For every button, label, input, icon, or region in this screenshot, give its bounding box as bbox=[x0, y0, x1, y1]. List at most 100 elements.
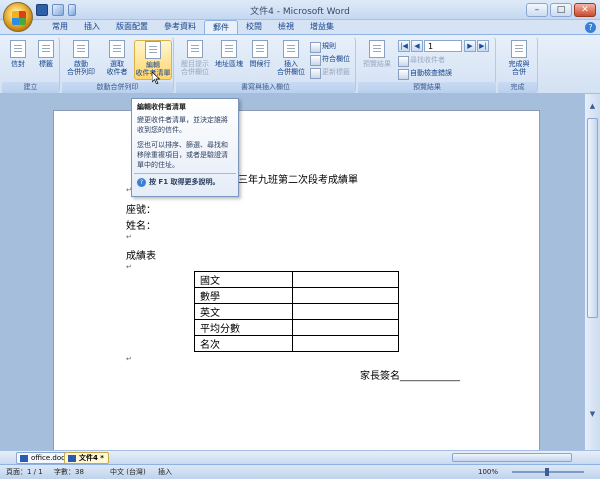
scroll-down-icon[interactable]: ▼ bbox=[587, 410, 598, 421]
office-button[interactable] bbox=[3, 2, 33, 32]
help-icon[interactable]: ? bbox=[585, 22, 596, 33]
tab-home[interactable]: 常用 bbox=[44, 20, 76, 34]
find-recipient-button[interactable]: 尋找收件者 bbox=[398, 55, 445, 67]
tab-page-layout[interactable]: 版面配置 bbox=[108, 20, 156, 34]
window-controls: – □ ✕ bbox=[526, 3, 596, 17]
tooltip-help: ? 按 F1 取得更多說明。 bbox=[137, 177, 233, 187]
table-row: 英文 bbox=[194, 303, 399, 320]
select-recipients-button[interactable]: 選取 收件者 bbox=[100, 40, 134, 76]
seat-label: 座號： bbox=[126, 205, 156, 216]
rules-button[interactable]: 規則 bbox=[310, 41, 336, 53]
auto-check-errors-button[interactable]: 自動檢查錯誤 bbox=[398, 68, 452, 80]
address-block-icon bbox=[221, 40, 237, 58]
tab-view[interactable]: 檢視 bbox=[270, 20, 302, 34]
tooltip-divider bbox=[134, 173, 236, 174]
tab-mailings[interactable]: 郵件 bbox=[204, 20, 238, 34]
maximize-button[interactable]: □ bbox=[550, 3, 572, 17]
tab-addins[interactable]: 增益集 bbox=[302, 20, 342, 34]
tab-references[interactable]: 參考資料 bbox=[156, 20, 204, 34]
greeting-line-icon bbox=[252, 40, 268, 58]
status-bar: 頁面：1 / 1 字數：38 中文 (台灣) 插入 100% bbox=[0, 464, 600, 479]
document-heading: 三年九班第二次段考成績單 bbox=[238, 175, 358, 186]
title-bar: 文件4 - Microsoft Word – □ ✕ bbox=[0, 0, 600, 20]
scroll-up-icon[interactable]: ▲ bbox=[587, 102, 598, 113]
table-cell[interactable]: 國文 bbox=[194, 271, 293, 288]
table-cell[interactable] bbox=[292, 271, 399, 288]
finish-merge-icon bbox=[511, 40, 527, 58]
help-icon: ? bbox=[137, 177, 146, 187]
document-tabs-bar: office.doc 文件4 * bbox=[0, 450, 600, 464]
paragraph-mark: ↵ bbox=[126, 233, 132, 241]
highlight-icon bbox=[187, 40, 203, 58]
tooltip-paragraph: 您也可以排序、篩選、尋找和移除重複項目，或者是驗證清單中的住址。 bbox=[137, 141, 228, 169]
start-merge-button[interactable]: 啟動 合併列印 bbox=[64, 40, 98, 76]
table-cell[interactable] bbox=[292, 287, 399, 304]
group-create: 信封 標籤 建立 bbox=[2, 37, 60, 93]
table-row: 名次 bbox=[194, 335, 399, 352]
window-title: 文件4 - Microsoft Word bbox=[250, 7, 350, 17]
vertical-scrollbar[interactable]: ▲ ▼ bbox=[584, 94, 600, 450]
table-cell[interactable]: 名次 bbox=[194, 335, 293, 352]
grades-table: 國文 數學 英文 平均分數 名次 bbox=[194, 271, 399, 352]
table-cell[interactable] bbox=[292, 303, 399, 320]
envelopes-button[interactable]: 信封 bbox=[4, 40, 32, 68]
table-cell[interactable]: 平均分數 bbox=[194, 319, 293, 336]
tab-insert[interactable]: 插入 bbox=[76, 20, 108, 34]
table-row: 數學 bbox=[194, 287, 399, 304]
office-logo-icon bbox=[12, 11, 26, 25]
table-cell[interactable] bbox=[292, 335, 399, 352]
insert-merge-field-button[interactable]: 插入 合併欄位 bbox=[276, 40, 306, 76]
page-count[interactable]: 頁面：1 / 1 bbox=[6, 465, 43, 479]
next-record-button[interactable]: ▶ bbox=[464, 40, 476, 52]
group-write-insert: 醒目提示 合併欄位 地址區塊 問候行 插入 合併欄位 規則 符合欄位 更新標籤 … bbox=[176, 37, 356, 93]
document-page[interactable]: 三年九班第二次段考成績單 ↵ 座號： 姓名： ↵ 成績表 ↵ 國文 數學 英文 … bbox=[53, 110, 540, 450]
highlight-merge-fields-button[interactable]: 醒目提示 合併欄位 bbox=[178, 40, 212, 76]
help-text: 按 F1 取得更多說明。 bbox=[149, 178, 220, 186]
zoom-slider[interactable] bbox=[512, 468, 584, 476]
document-area: 三年九班第二次段考成績單 ↵ 座號： 姓名： ↵ 成績表 ↵ 國文 數學 英文 … bbox=[0, 94, 584, 450]
insert-mode[interactable]: 插入 bbox=[158, 465, 172, 479]
parent-signature: 家長簽名____________ bbox=[360, 371, 460, 382]
group-label: 預覽結果 bbox=[358, 82, 496, 93]
table-cell[interactable]: 數學 bbox=[194, 287, 293, 304]
edit-list-icon bbox=[145, 41, 161, 59]
zoom-level[interactable]: 100% bbox=[478, 465, 498, 479]
tab-review[interactable]: 校閱 bbox=[238, 20, 270, 34]
last-record-button[interactable]: ▶| bbox=[477, 40, 489, 52]
doc-tab-office[interactable]: office.doc bbox=[16, 452, 71, 464]
table-cell[interactable]: 英文 bbox=[194, 303, 293, 320]
table-row: 國文 bbox=[194, 271, 399, 288]
finish-merge-button[interactable]: 完成與 合併 bbox=[502, 40, 536, 76]
tooltip-paragraph: 變更收件者清單，並決定誰將收到您的信件。 bbox=[137, 116, 228, 134]
match-fields-button[interactable]: 符合欄位 bbox=[310, 54, 350, 66]
grades-label: 成績表 bbox=[126, 251, 156, 262]
paragraph-mark: ↵ bbox=[126, 355, 132, 363]
doc-tab-document4[interactable]: 文件4 * bbox=[64, 452, 109, 464]
ribbon-tabs: 常用 插入 版面配置 參考資料 郵件 校閱 檢視 增益集 bbox=[38, 20, 342, 34]
group-label: 建立 bbox=[2, 82, 59, 93]
document-merge-icon bbox=[73, 40, 89, 58]
first-record-button[interactable]: |◀ bbox=[398, 40, 410, 52]
address-block-button[interactable]: 地址區塊 bbox=[214, 40, 244, 68]
minimize-button[interactable]: – bbox=[526, 3, 548, 17]
record-number-input[interactable]: 1 bbox=[424, 40, 462, 52]
edit-recipient-list-tooltip: 編輯收件者清單 變更收件者清單，並決定誰將收到您的信件。 您也可以排序、篩選、尋… bbox=[131, 98, 239, 197]
update-labels-button[interactable]: 更新標籤 bbox=[310, 67, 350, 79]
label-icon bbox=[38, 40, 54, 58]
group-label: 完成 bbox=[498, 82, 537, 93]
word-count[interactable]: 字數：38 bbox=[54, 465, 84, 479]
previous-record-button[interactable]: ◀ bbox=[411, 40, 423, 52]
labels-button[interactable]: 標籤 bbox=[32, 40, 60, 68]
paragraph-mark: ↵ bbox=[126, 263, 132, 271]
recipients-icon bbox=[109, 40, 125, 58]
greeting-line-button[interactable]: 問候行 bbox=[246, 40, 274, 68]
mouse-cursor-icon bbox=[152, 72, 160, 84]
scroll-thumb[interactable] bbox=[587, 118, 598, 318]
preview-results-button[interactable]: 預覽結果 bbox=[360, 40, 394, 68]
close-button[interactable]: ✕ bbox=[574, 3, 596, 17]
group-start-merge: 啟動 合併列印 選取 收件者 編輯 收件者清單 啟動合併列印 bbox=[62, 37, 174, 93]
group-finish: 完成與 合併 完成 bbox=[498, 37, 538, 93]
horizontal-scroll-thumb[interactable] bbox=[452, 453, 572, 462]
table-cell[interactable] bbox=[292, 319, 399, 336]
language[interactable]: 中文 (台灣) bbox=[110, 465, 146, 479]
